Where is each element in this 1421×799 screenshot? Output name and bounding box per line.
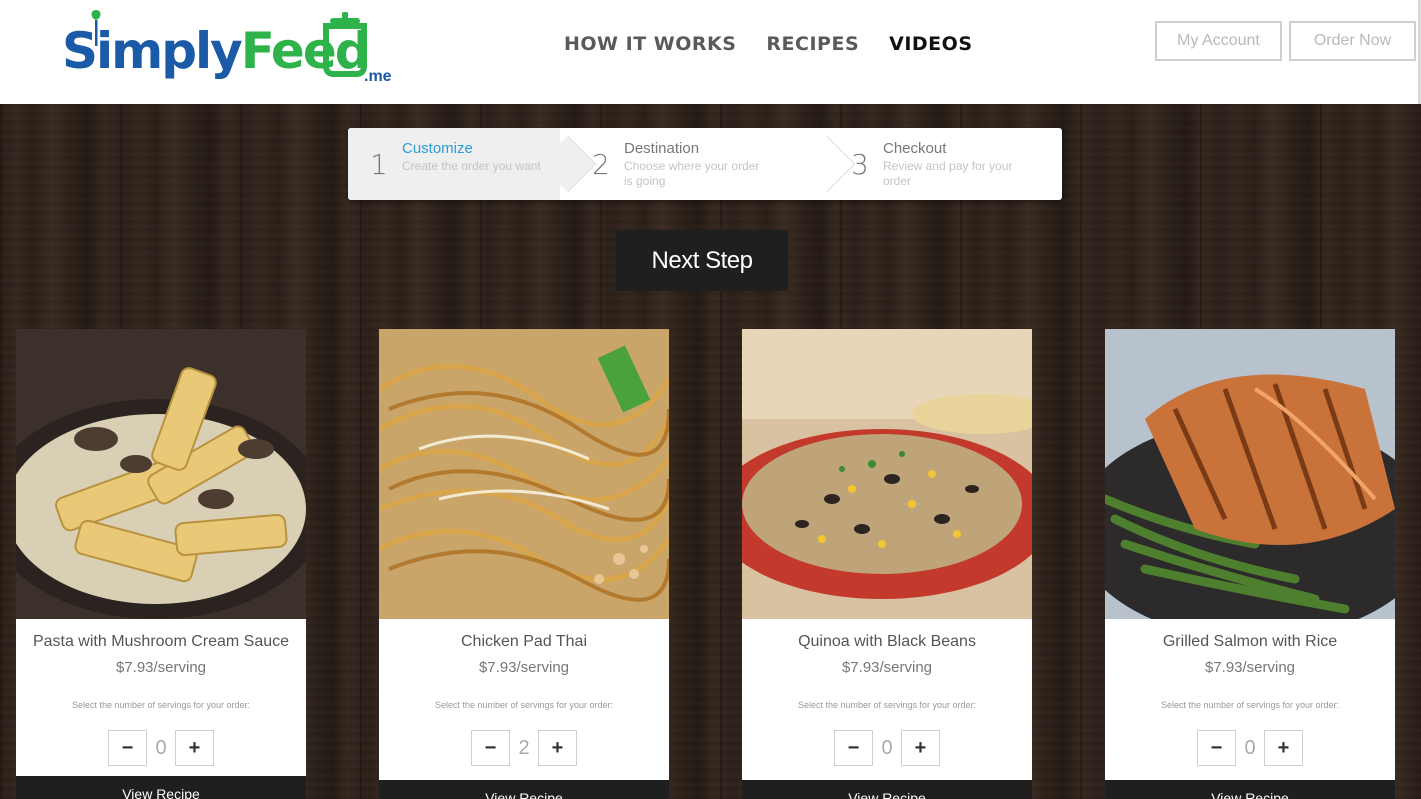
recipe-title: Pasta with Mushroom Cream Sauce bbox=[32, 633, 290, 650]
recipe-title: Grilled Salmon with Rice bbox=[1162, 633, 1338, 650]
step-customize[interactable]: 1 Customize Create the order you want bbox=[348, 128, 597, 200]
recipe-price: $7.93/serving bbox=[841, 659, 933, 676]
logo-suffix: .me bbox=[364, 68, 392, 85]
step-title: Checkout bbox=[883, 140, 947, 157]
recipe-card: Quinoa with Black Beans $7.93/serving Se… bbox=[742, 329, 1032, 799]
step-title: Customize bbox=[402, 140, 473, 157]
pasta-photo[interactable] bbox=[16, 329, 306, 619]
nav-recipes[interactable]: RECIPES bbox=[766, 33, 859, 55]
view-recipe-button[interactable]: View Recipe bbox=[1105, 780, 1395, 799]
servings-count: 0 bbox=[881, 736, 893, 759]
recipe-card: Chicken Pad Thai $7.93/serving Select th… bbox=[379, 329, 669, 799]
recipe-title: Chicken Pad Thai bbox=[461, 633, 587, 650]
step-number: 1 bbox=[370, 148, 388, 181]
servings-stepper: − 0 + bbox=[1105, 730, 1395, 766]
servings-count: 2 bbox=[518, 736, 530, 759]
step-description: Create the order you want bbox=[402, 159, 541, 173]
servings-count: 0 bbox=[155, 736, 167, 759]
step-destination[interactable]: 2 Destination Choose where your order is… bbox=[560, 128, 856, 200]
salmon-photo[interactable] bbox=[1105, 329, 1395, 619]
nav-videos[interactable]: VIDEOS bbox=[889, 33, 972, 55]
step-checkout[interactable]: 3 Checkout Review and pay for your order bbox=[819, 128, 1062, 200]
decrement-button[interactable]: − bbox=[471, 730, 510, 766]
servings-hint: Select the number of servings for your o… bbox=[434, 700, 614, 710]
pad-thai-photo[interactable] bbox=[379, 329, 669, 619]
servings-hint: Select the number of servings for your o… bbox=[71, 700, 251, 710]
recipe-card: Pasta with Mushroom Cream Sauce $7.93/se… bbox=[16, 329, 306, 799]
decrement-button[interactable]: − bbox=[834, 730, 873, 766]
step-title: Destination bbox=[624, 140, 700, 157]
order-steps: 1 Customize Create the order you want 2 … bbox=[348, 128, 1062, 200]
increment-button[interactable]: + bbox=[175, 730, 214, 766]
recipe-price: $7.93/serving bbox=[1204, 659, 1296, 676]
quinoa-photo[interactable] bbox=[742, 329, 1032, 619]
increment-button[interactable]: + bbox=[1264, 730, 1303, 766]
recipe-price: $7.93/serving bbox=[115, 659, 207, 676]
increment-button[interactable]: + bbox=[538, 730, 577, 766]
step-description: Review and pay for your order bbox=[883, 159, 1013, 188]
servings-stepper: − 2 + bbox=[379, 730, 669, 766]
decrement-button[interactable]: − bbox=[108, 730, 147, 766]
view-recipe-button[interactable]: View Recipe bbox=[16, 776, 306, 799]
step-description: Choose where your order is going bbox=[624, 159, 760, 188]
step-number: 3 bbox=[851, 148, 869, 181]
servings-hint: Select the number of servings for your o… bbox=[797, 700, 977, 710]
recipe-card: Grilled Salmon with Rice $7.93/serving S… bbox=[1105, 329, 1395, 799]
site-header: SimplyFeed .me HOW IT WORKS RECIPES VIDE… bbox=[0, 0, 1421, 104]
servings-stepper: − 0 + bbox=[16, 730, 306, 766]
step-number: 2 bbox=[592, 148, 610, 181]
increment-button[interactable]: + bbox=[901, 730, 940, 766]
recipe-title: Quinoa with Black Beans bbox=[798, 633, 976, 650]
order-now-button[interactable]: Order Now bbox=[1289, 21, 1416, 61]
view-recipe-button[interactable]: View Recipe bbox=[742, 780, 1032, 799]
decrement-button[interactable]: − bbox=[1197, 730, 1236, 766]
next-step-button[interactable]: Next Step bbox=[616, 230, 788, 291]
main-nav: HOW IT WORKS RECIPES VIDEOS bbox=[564, 33, 973, 55]
servings-stepper: − 0 + bbox=[742, 730, 1032, 766]
view-recipe-button[interactable]: View Recipe bbox=[379, 780, 669, 799]
logo[interactable]: SimplyFeed .me bbox=[62, 8, 392, 90]
servings-hint: Select the number of servings for your o… bbox=[1160, 700, 1340, 710]
my-account-button[interactable]: My Account bbox=[1155, 21, 1282, 61]
nav-how-it-works[interactable]: HOW IT WORKS bbox=[564, 33, 736, 55]
recipe-price: $7.93/serving bbox=[478, 659, 570, 676]
logo-wordmark: SimplyFeed bbox=[62, 22, 371, 80]
servings-count: 0 bbox=[1244, 736, 1256, 759]
